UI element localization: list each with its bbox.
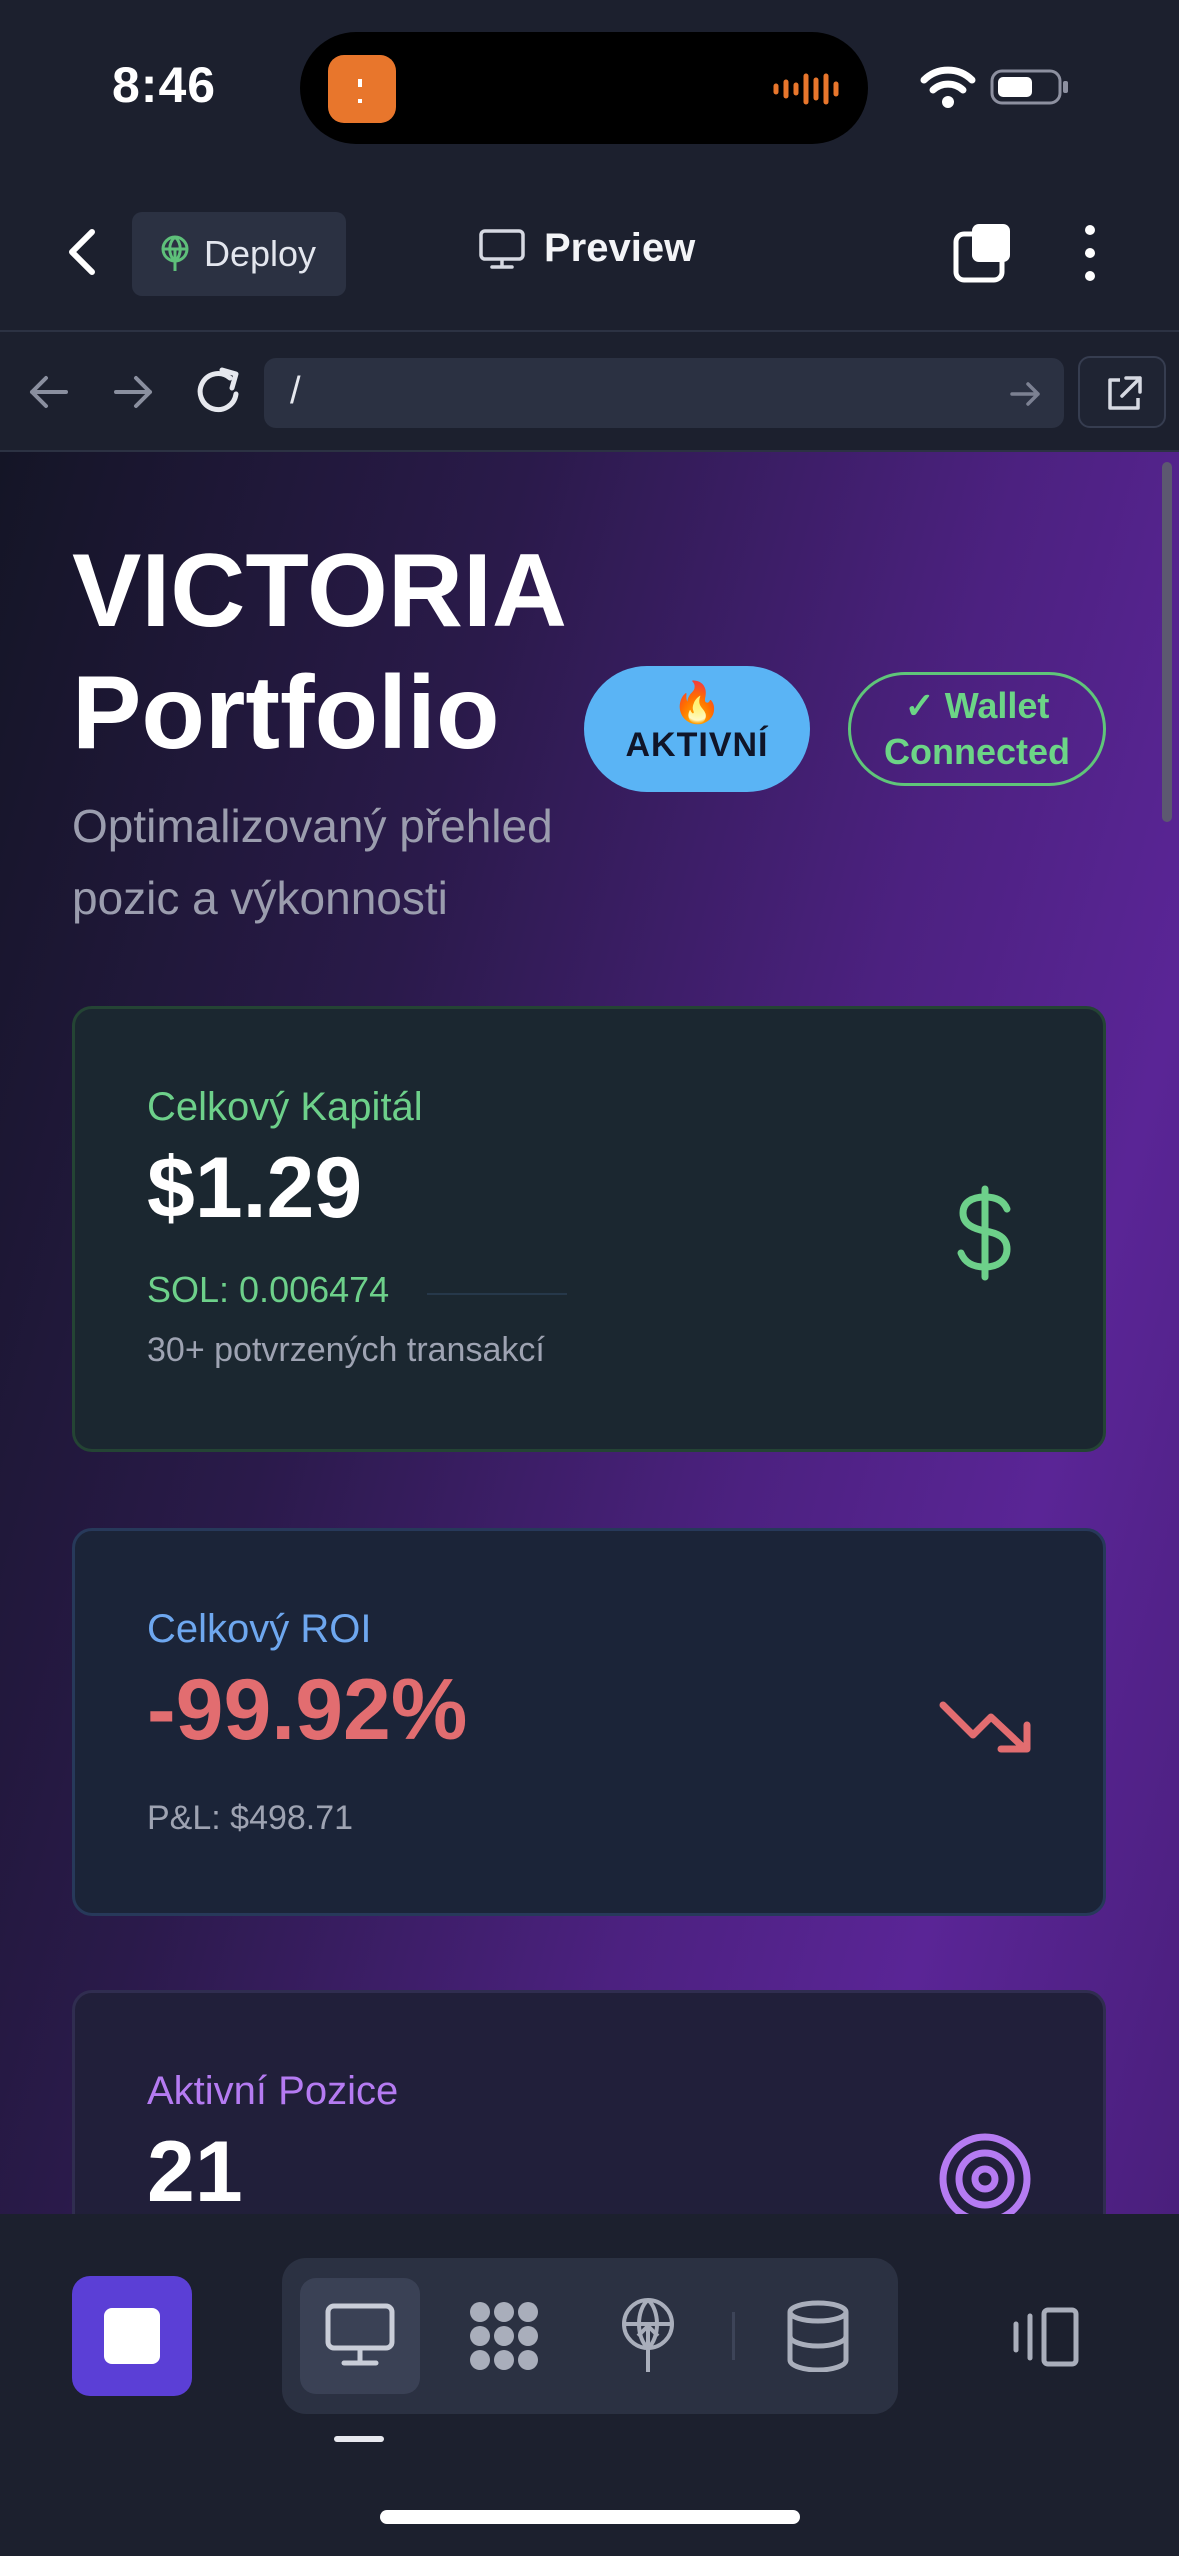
- page-title: VICTORIA Portfolio: [72, 530, 632, 774]
- page-subtitle: Optimalizovaný přehled pozic a výkonnost…: [72, 800, 553, 924]
- preview-title: Preview: [478, 226, 695, 271]
- scrollbar[interactable]: [1162, 462, 1172, 822]
- preview-label: Preview: [544, 226, 696, 270]
- stop-icon: [104, 2308, 160, 2364]
- status-time: 8:46: [112, 57, 217, 113]
- grid-icon[interactable]: [466, 2298, 542, 2374]
- roi-label: Celkový ROI: [147, 1607, 372, 1651]
- wifi-icon: [920, 66, 976, 108]
- open-external-button[interactable]: [1078, 356, 1166, 428]
- monitor-icon: [479, 228, 525, 269]
- desktop-icon[interactable]: [324, 2302, 396, 2368]
- fire-icon: 🔥: [672, 681, 722, 725]
- trending-down-icon: [939, 1701, 1031, 1753]
- live-activity-app-icon: [328, 55, 396, 123]
- tabs-button[interactable]: [952, 222, 1014, 284]
- toolbar-divider: [732, 2312, 735, 2360]
- go-arrow-icon[interactable]: [1006, 376, 1046, 412]
- more-options-button[interactable]: [1070, 222, 1110, 284]
- home-indicator[interactable]: [380, 2510, 800, 2524]
- capital-value: $1.29: [147, 1140, 363, 1236]
- status-badge-active: 🔥 AKTIVNÍ: [584, 666, 810, 792]
- deploy-button[interactable]: Deploy: [132, 212, 346, 296]
- layout-icon[interactable]: [1010, 2306, 1082, 2368]
- database-icon[interactable]: [784, 2300, 852, 2372]
- transactions-note: 30+ potvrzených transakcí: [147, 1331, 545, 1369]
- url-text: /: [290, 370, 301, 412]
- external-link-icon: [1108, 376, 1142, 410]
- divider: [427, 1293, 567, 1295]
- dollar-icon: [957, 1185, 1011, 1281]
- title-line-1: VICTORIA: [72, 533, 568, 649]
- deploy-icon[interactable]: [616, 2296, 680, 2376]
- wallet-badge-line-1: ✓ Wallet: [904, 685, 1050, 726]
- deploy-label: Deploy: [204, 233, 317, 274]
- active-view-indicator: [334, 2436, 384, 2442]
- sol-balance: SOL: 0.006474: [147, 1269, 390, 1310]
- wallet-connected-badge: ✓ Wallet Connected: [848, 672, 1106, 786]
- browser-back-button[interactable]: [22, 370, 74, 414]
- badge-active-label: AKTIVNÍ: [625, 726, 769, 764]
- positions-value: 21: [147, 2124, 243, 2220]
- wallet-badge-line-2: Connected: [883, 731, 1070, 772]
- capital-card: Celkový Kapitál $1.29 SOL: 0.006474 30+ …: [72, 1006, 1106, 1452]
- title-line-2: Portfolio: [72, 655, 500, 771]
- audio-wave-icon: [773, 73, 839, 105]
- browser-forward-button[interactable]: [108, 370, 160, 414]
- roi-value: -99.92%: [147, 1662, 468, 1758]
- back-button[interactable]: [60, 222, 106, 282]
- deploy-icon: [161, 235, 189, 271]
- roi-card: Celkový ROI -99.92% P&L: $498.71: [72, 1528, 1106, 1916]
- reload-button[interactable]: [192, 364, 246, 420]
- pnl-note: P&L: $498.71: [147, 1799, 354, 1837]
- battery-icon: [990, 69, 1068, 105]
- positions-label: Aktivní Pozice: [147, 2069, 399, 2113]
- url-input[interactable]: [264, 358, 1064, 428]
- capital-label: Celkový Kapitál: [147, 1085, 423, 1129]
- target-icon: [939, 2133, 1031, 2225]
